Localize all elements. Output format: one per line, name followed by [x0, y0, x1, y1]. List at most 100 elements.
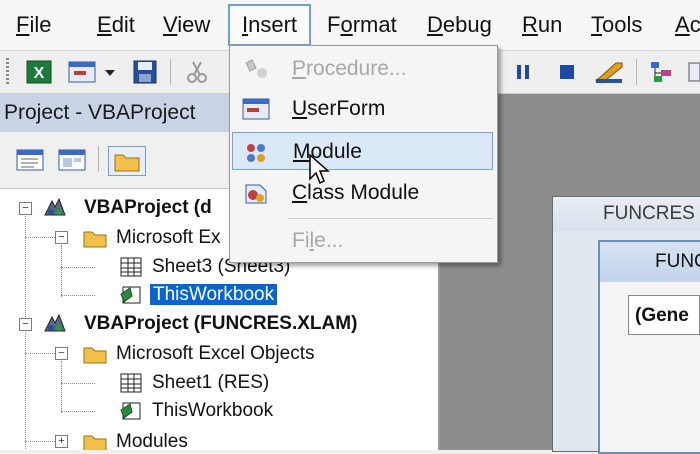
tree-item-vbaproject-funcres[interactable]: VBAProject (FUNCRES.XLAM) — [84, 310, 357, 338]
tree-item-vbaproject-1[interactable]: VBAProject (d — [84, 194, 212, 222]
menu-tools[interactable]: Tools — [591, 6, 642, 44]
properties-icon[interactable] — [688, 59, 700, 85]
toolbar-separator — [636, 59, 637, 85]
menu-debug-accel: D — [427, 12, 443, 37]
menu-item-userform[interactable]: UserForm — [232, 90, 493, 128]
tree-item-excel-objects-1[interactable]: Microsoft Ex — [116, 224, 221, 252]
menu-edit[interactable]: Edit — [97, 6, 135, 44]
tree-connector — [25, 213, 26, 323]
folder-icon — [83, 231, 107, 248]
menu-bar: File Edit View Insert Format Debug Run T… — [0, 0, 700, 51]
menu-view-label: iew — [177, 12, 211, 37]
sheet-icon — [120, 373, 142, 393]
tree-expand-toggle[interactable]: + — [55, 435, 68, 448]
view-object-icon[interactable] — [56, 146, 88, 174]
tree-connector — [25, 441, 55, 442]
tree-item-thisworkbook-1[interactable]: ThisWorkbook — [150, 281, 278, 309]
toggle-folders-icon[interactable] — [108, 146, 146, 176]
mouse-cursor-icon — [309, 153, 330, 185]
svg-text:X: X — [34, 65, 45, 82]
tree-item-label: Modules — [116, 431, 188, 450]
chevron-down-icon[interactable] — [104, 59, 116, 85]
tree-connector — [61, 295, 95, 296]
tree-item-sheet1[interactable]: Sheet1 (RES) — [152, 369, 269, 397]
view-code-icon[interactable] — [14, 146, 46, 174]
module-icon — [247, 144, 265, 162]
menu-run-label: un — [537, 12, 563, 37]
code-window-front-title: FUNC — [600, 242, 700, 282]
menu-addins[interactable]: Ac — [675, 6, 700, 44]
project-explorer-icon[interactable] — [648, 59, 674, 85]
vba-project-icon — [44, 313, 66, 332]
menu-separator — [288, 218, 493, 219]
menu-format-pre: F — [327, 12, 341, 37]
tree-connector — [25, 237, 55, 238]
break-icon[interactable] — [510, 59, 536, 85]
tree-item-label: ThisWorkbook — [152, 400, 274, 421]
menu-insert[interactable]: Insert — [228, 4, 312, 46]
folder-icon — [83, 347, 107, 364]
reset-icon[interactable] — [554, 59, 580, 85]
tree-collapse-toggle[interactable]: − — [55, 347, 68, 360]
menu-format-label: rmat — [352, 12, 397, 37]
insert-menu-dropdown: Procedure... UserForm Module Class Modul… — [229, 45, 498, 263]
tree-collapse-toggle[interactable]: − — [19, 202, 32, 215]
insert-userform-icon[interactable] — [68, 59, 98, 85]
tree-item-label: ThisWorkbook — [150, 284, 278, 305]
menu-run[interactable]: Run — [522, 6, 562, 44]
tree-connector — [25, 353, 55, 354]
code-window-front[interactable]: FUNC — [598, 240, 700, 454]
menu-item-label: Procedure... — [292, 57, 407, 80]
menu-view-accel: V — [163, 12, 178, 37]
tree-connector — [61, 267, 95, 268]
menu-file-accel: F — [16, 12, 30, 37]
menu-tools-label: ools — [602, 12, 643, 37]
tree-item-label: VBAProject (d — [84, 197, 212, 218]
tree-item-excel-objects-2[interactable]: Microsoft Excel Objects — [116, 340, 315, 368]
menu-tools-accel: T — [591, 12, 602, 37]
code-window-back-title: FUNCRES — [553, 197, 700, 231]
tree-connector — [25, 327, 26, 449]
object-combo[interactable]: (Gene — [628, 295, 700, 335]
menu-item-module[interactable]: Module — [232, 132, 493, 170]
tree-item-modules[interactable]: Modules — [116, 428, 188, 450]
menu-view[interactable]: View — [163, 6, 210, 44]
tree-collapse-toggle[interactable]: − — [19, 318, 32, 331]
class-module-icon — [245, 184, 267, 204]
toolbar-grip[interactable] — [6, 58, 9, 86]
tree-connector — [61, 383, 95, 384]
menu-format[interactable]: Format — [327, 6, 397, 44]
vba-project-icon — [44, 197, 66, 216]
menu-format-accel: o — [340, 12, 353, 37]
tree-item-thisworkbook-2[interactable]: ThisWorkbook — [152, 397, 273, 425]
toolbar-separator — [98, 146, 99, 172]
menu-item-file[interactable]: File... — [232, 222, 493, 260]
workbook-icon — [120, 286, 141, 304]
excel-view-icon[interactable]: X — [26, 59, 52, 85]
tree-collapse-toggle[interactable]: − — [55, 231, 68, 244]
menu-file-label: ile — [29, 12, 52, 37]
tree-item-label: Sheet1 (RES) — [152, 372, 270, 393]
menu-debug[interactable]: Debug — [427, 6, 492, 44]
menu-item-procedure[interactable]: Procedure... — [232, 50, 493, 88]
cut-icon[interactable] — [184, 59, 210, 85]
menu-run-accel: R — [522, 12, 538, 37]
tree-connector — [61, 245, 62, 297]
folder-icon — [83, 435, 107, 450]
menu-addins-label: c — [689, 12, 700, 37]
tree-item-label: VBAProject (FUNCRES.XLAM) — [84, 313, 358, 334]
menu-addins-accel: A — [675, 12, 690, 37]
menu-file[interactable]: File — [16, 6, 51, 44]
tree-item-label: Microsoft Ex — [116, 227, 221, 248]
menu-debug-label: ebug — [442, 12, 492, 37]
design-mode-icon[interactable] — [594, 59, 626, 85]
tree-item-label: Microsoft Excel Objects — [116, 343, 315, 364]
menu-edit-label: dit — [111, 12, 135, 37]
save-icon[interactable] — [132, 59, 158, 85]
menu-item-class-module[interactable]: Class Module — [232, 174, 493, 212]
menu-edit-accel: E — [97, 12, 112, 37]
tree-connector — [61, 361, 62, 413]
userform-icon — [242, 98, 270, 120]
procedure-icon — [245, 59, 267, 78]
menu-item-label: UserForm — [292, 97, 386, 120]
